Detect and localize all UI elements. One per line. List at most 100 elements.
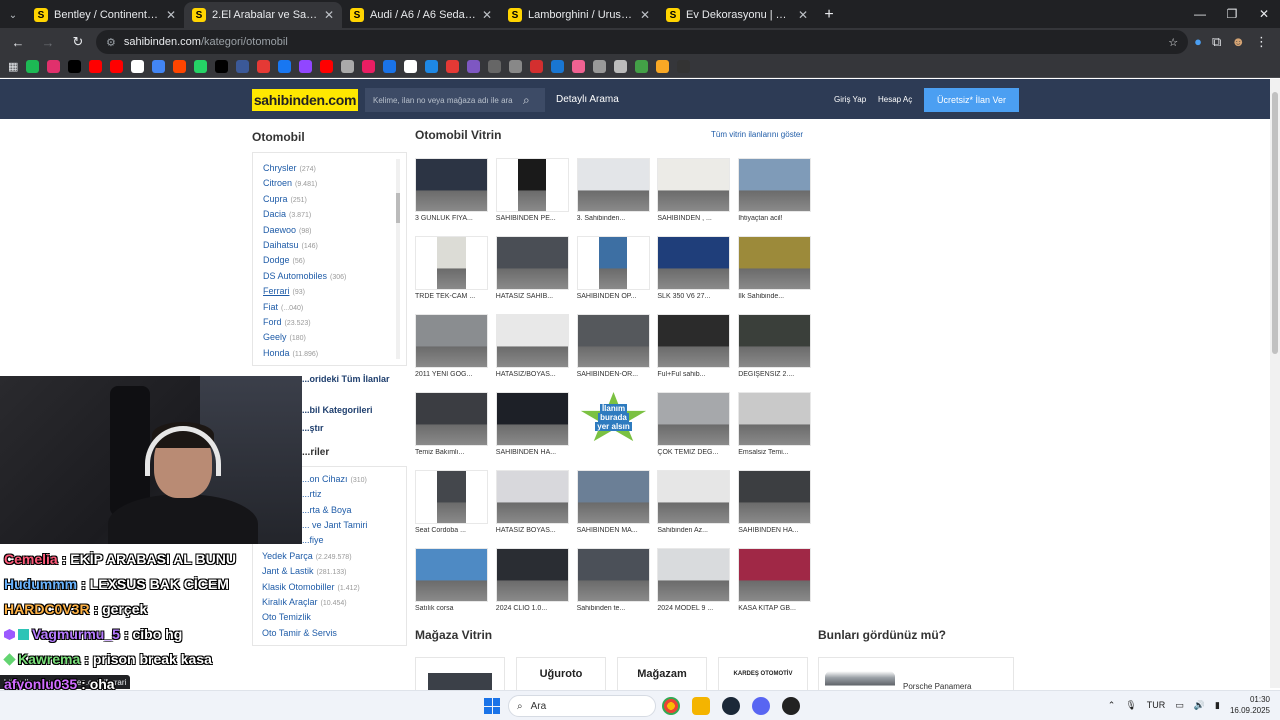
language-indicator[interactable]: TUR [1147, 700, 1166, 710]
browser-menu-icon[interactable]: ⋮ [1255, 34, 1268, 50]
brand-scrollbar[interactable] [396, 159, 400, 359]
microphone-icon[interactable]: 🎙 [1125, 700, 1136, 711]
promo-badge[interactable]: İlanım burada yer alsın [577, 392, 650, 446]
apps-grid-icon[interactable]: ▦ [8, 60, 18, 73]
bookmark-icon[interactable] [89, 60, 103, 73]
category-item[interactable]: ...fiye [302, 535, 327, 545]
brand-item[interactable]: Dacia (3.871) [263, 209, 346, 224]
bookmark-icon[interactable] [383, 60, 397, 73]
brand-scrollbar-thumb[interactable] [396, 193, 400, 223]
obs-icon[interactable] [782, 697, 800, 715]
listing-thumbnail[interactable] [738, 470, 812, 524]
bookmark-icon[interactable] [68, 60, 82, 73]
minimize-icon[interactable]: — [1184, 0, 1216, 28]
listing-thumbnail[interactable] [657, 158, 731, 212]
showcase-listing[interactable]: Sahibinden Az... [657, 470, 731, 540]
showcase-listing[interactable]: SAHİBİNDEN MA... [576, 470, 650, 540]
showcase-listing[interactable]: SAHİBİNDEN HA... [738, 470, 812, 540]
showcase-listing[interactable]: 2011 YENİ GÖĞ... [415, 314, 488, 384]
bookmark-icon[interactable] [572, 60, 586, 73]
category-item[interactable]: ...rta & Boya [302, 505, 355, 515]
category-item[interactable]: Klasik Otomobiller (1.412) [262, 582, 360, 592]
showcase-listing[interactable]: 3 GÜNLÜK FİYA... [415, 158, 488, 228]
showcase-listing[interactable]: HATASIZ/BOYAS... [495, 314, 569, 384]
showcase-listing[interactable]: SAHİBİNDEN PE... [495, 158, 569, 228]
listing-thumbnail[interactable] [657, 236, 731, 290]
listing-thumbnail[interactable] [657, 470, 731, 524]
maximize-icon[interactable]: ❐ [1216, 0, 1248, 28]
showcase-listing[interactable]: Ful+Ful sahib... [657, 314, 731, 384]
site-logo[interactable]: sahibinden.com [252, 89, 358, 111]
chevron-up-icon[interactable]: ⌃ [1108, 700, 1116, 711]
listing-thumbnail[interactable] [657, 392, 731, 446]
browser-tab[interactable]: S Audi / A6 / A6 Sedan / 40 TDI /... ✕ [342, 2, 500, 28]
category-item[interactable]: Yedek Parça (2.249.578) [262, 551, 352, 561]
showcase-listing[interactable]: 2024 MODEL 9 ... [657, 548, 731, 618]
bookmark-icon[interactable] [320, 60, 334, 73]
post-ad-button[interactable]: Ücretsiz* İlan Ver [924, 88, 1019, 112]
chrome-taskbar-icon[interactable] [662, 697, 680, 715]
brand-item[interactable]: Cupra (251) [263, 194, 346, 209]
bookmark-icon[interactable] [404, 60, 418, 73]
back-icon[interactable]: ← [6, 30, 30, 54]
volume-icon[interactable]: 🔊 [1194, 700, 1205, 711]
showcase-listing[interactable]: SAHİBİNDEN , ... [657, 158, 731, 228]
listing-thumbnail[interactable] [495, 314, 569, 368]
listing-thumbnail[interactable] [738, 314, 812, 368]
bookmark-star-icon[interactable]: ☆ [1168, 36, 1178, 49]
store-card[interactable]: KARDEŞ OTOMOTİV [718, 657, 808, 691]
bookmark-icon[interactable] [110, 60, 124, 73]
bookmark-icon[interactable] [131, 60, 145, 73]
clock[interactable]: 01:30 16.09.2025 [1230, 694, 1270, 716]
bookmark-icon[interactable] [47, 60, 61, 73]
listing-thumbnail[interactable] [415, 314, 488, 368]
showcase-listing[interactable]: İhtiyaçtan acil! [738, 158, 812, 228]
listing-thumbnail[interactable] [495, 548, 569, 602]
browser-tab[interactable]: S Lamborghini / Urus / 4.0 / GRAN... ✕ [500, 2, 658, 28]
showcase-listing[interactable]: TRDE TEK-CAM ... [415, 236, 488, 306]
brand-item[interactable]: Chrysler (274) [263, 163, 346, 178]
new-tab-button[interactable]: + [816, 2, 842, 28]
forward-icon[interactable]: → [36, 30, 60, 54]
battery-icon[interactable]: ▮ [1215, 700, 1220, 711]
brand-item[interactable]: DS Automobiles (306) [263, 271, 346, 286]
listing-thumbnail[interactable] [576, 158, 650, 212]
file-explorer-icon[interactable] [692, 697, 710, 715]
listing-thumbnail[interactable] [495, 236, 569, 290]
network-icon[interactable]: ▭ [1175, 700, 1184, 711]
bookmark-icon[interactable] [551, 60, 565, 73]
brand-item[interactable]: Dodge (56) [263, 255, 346, 270]
showcase-listing[interactable]: HATASIZ BOYAS... [495, 470, 569, 540]
bookmark-icon[interactable] [509, 60, 523, 73]
bookmark-icon[interactable] [341, 60, 355, 73]
brand-item[interactable]: Ford (23.523) [263, 317, 346, 332]
brand-item[interactable]: Citroen (9.481) [263, 178, 346, 193]
bookmark-icon[interactable] [614, 60, 628, 73]
listing-thumbnail[interactable] [415, 548, 488, 602]
brand-item[interactable]: Geely (180) [263, 332, 346, 347]
showcase-listing[interactable]: Sahibinden te... [576, 548, 650, 618]
category-item[interactable]: ...on Cihazı (310) [302, 474, 367, 484]
bookmark-icon[interactable] [467, 60, 481, 73]
store-card[interactable]: Uğuroto [516, 657, 606, 691]
showcase-listing[interactable]: ÇOK TEMİZ DEĞ... [657, 392, 731, 462]
bookmark-icon[interactable] [152, 60, 166, 73]
brand-item[interactable]: Daihatsu (146) [263, 240, 346, 255]
listing-thumbnail[interactable] [576, 470, 650, 524]
bookmark-icon[interactable] [299, 60, 313, 73]
listing-thumbnail[interactable] [738, 236, 812, 290]
showcase-listing[interactable]: Satılık corsa [415, 548, 488, 618]
search-icon[interactable]: ⌕ [523, 93, 530, 108]
bookmark-icon[interactable] [278, 60, 292, 73]
bookmark-icon[interactable] [26, 60, 40, 73]
store-card[interactable]: Mağazam [617, 657, 707, 691]
showcase-listing[interactable]: Temiz Bakımlı... [415, 392, 488, 462]
steam-icon[interactable] [722, 697, 740, 715]
category-item[interactable]: ...rtiz [302, 489, 325, 499]
search-input[interactable] [373, 95, 523, 105]
close-tab-icon[interactable]: ✕ [324, 8, 334, 22]
listing-thumbnail[interactable] [415, 236, 488, 290]
close-tab-icon[interactable]: ✕ [640, 8, 650, 22]
bookmark-icon[interactable] [362, 60, 376, 73]
bookmark-icon[interactable] [236, 60, 250, 73]
